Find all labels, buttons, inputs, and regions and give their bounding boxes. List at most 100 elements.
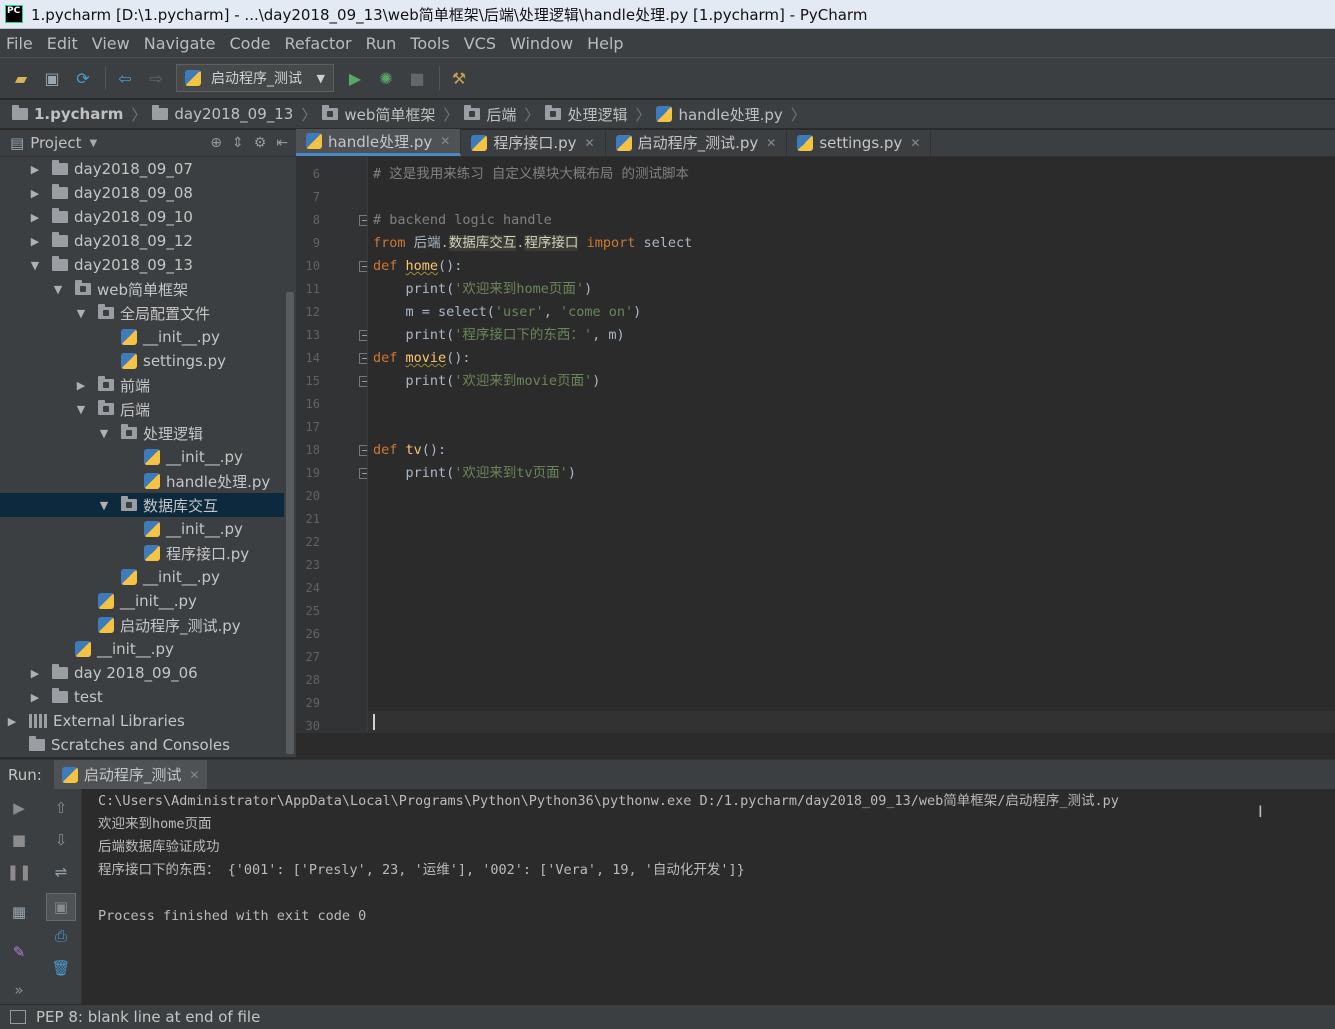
breadcrumb-item[interactable]: day2018_09_13 〉	[152, 104, 316, 125]
locate-file-icon[interactable]: ⊕	[210, 135, 222, 151]
chevron-down-icon[interactable]: ▼	[74, 403, 88, 416]
tree-item[interactable]: ▼ day2018_09_13	[0, 253, 284, 277]
layout-icon[interactable]: ▦	[8, 901, 30, 923]
breadcrumb-item[interactable]: web简单框架〉	[322, 104, 458, 125]
save-all-icon[interactable]: ▣	[41, 67, 63, 89]
pause-icon[interactable]: ❚❚	[6, 861, 31, 883]
chevron-down-icon[interactable]: ▼	[97, 427, 111, 440]
chevron-right-icon[interactable]: ▶	[74, 379, 88, 392]
fold-marker-icon[interactable]	[359, 353, 367, 364]
more-icon[interactable]: »	[8, 979, 30, 1001]
tab-startup-test-py[interactable]: 启动程序_测试.py ✕	[606, 129, 788, 156]
scroll-to-end-icon[interactable]: ▣	[46, 893, 76, 921]
tree-item[interactable]: ▶__init__.py	[0, 565, 284, 589]
chevron-right-icon[interactable]: ▶	[28, 211, 42, 224]
chevron-right-icon[interactable]: ▶	[28, 235, 42, 248]
tab-settings-py[interactable]: settings.py ✕	[787, 129, 932, 156]
menu-edit[interactable]: Edit	[47, 34, 78, 53]
fold-marker-icon[interactable]	[359, 215, 367, 226]
breadcrumb-item[interactable]: 后端〉	[464, 104, 539, 125]
tree-item[interactable]: ▶ day2018_09_07	[0, 157, 284, 181]
run-tab[interactable]: 启动程序_测试 ✕	[53, 759, 208, 790]
chevron-down-icon[interactable]: ▼	[90, 138, 98, 149]
open-folder-icon[interactable]: ▰	[10, 67, 32, 89]
stop-icon[interactable]: ■	[8, 829, 30, 851]
close-icon[interactable]: ✕	[766, 136, 776, 150]
chevron-down-icon[interactable]: ▼	[97, 499, 111, 512]
tree-item[interactable]: ▶ External Libraries	[0, 709, 284, 733]
tree-item[interactable]: ▼ 全局配置文件	[0, 301, 284, 325]
chevron-down-icon[interactable]: ▼	[74, 307, 88, 320]
breadcrumb-item[interactable]: 1.pycharm 〉	[12, 104, 146, 125]
tree-item[interactable]: ▶ day2018_09_10	[0, 205, 284, 229]
scrollbar-thumb[interactable]	[286, 292, 294, 754]
tree-item[interactable]: ▶ day 2018_09_06	[0, 661, 284, 685]
tree-item[interactable]: ▶__init__.py	[0, 445, 284, 469]
rerun-icon[interactable]: ▶	[8, 797, 30, 819]
tree-item[interactable]: ▶ 前端	[0, 373, 284, 397]
close-icon[interactable]: ✕	[440, 134, 450, 148]
menu-window[interactable]: Window	[510, 34, 573, 53]
tree-item[interactable]: ▶Scratches and Consoles	[0, 733, 284, 757]
tree-item[interactable]: ▶__init__.py	[0, 589, 284, 613]
tree-item[interactable]: ▶__init__.py	[0, 325, 284, 349]
chevron-right-icon[interactable]: ▶	[28, 691, 42, 704]
tree-item[interactable]: ▶ day2018_09_12	[0, 229, 284, 253]
settings-wrench-icon[interactable]: ⚒	[448, 67, 470, 89]
tree-item[interactable]: ▶程序接口.py	[0, 541, 284, 565]
fold-marker-icon[interactable]	[359, 445, 367, 456]
run-configuration-select[interactable]: 启动程序_测试 ▼	[176, 64, 334, 92]
tree-item[interactable]: ▶handle处理.py	[0, 469, 284, 493]
collapse-all-icon[interactable]: ⇕	[232, 135, 244, 151]
tool-windows-icon[interactable]	[10, 1010, 26, 1024]
breadcrumb-item[interactable]: 处理逻辑〉	[545, 104, 650, 125]
hide-panel-icon[interactable]: ⇤	[276, 135, 288, 151]
sync-icon[interactable]: ⟳	[72, 67, 94, 89]
debug-icon[interactable]: ✺	[375, 67, 397, 89]
menu-help[interactable]: Help	[587, 34, 623, 53]
fold-marker-icon[interactable]	[359, 261, 367, 272]
tree-item[interactable]: ▶启动程序_测试.py	[0, 613, 284, 637]
back-arrow-icon[interactable]: ⇦	[114, 67, 136, 89]
tab-program-interface-py[interactable]: 程序接口.py ✕	[461, 129, 606, 156]
print-icon[interactable]: ⎙	[50, 925, 72, 947]
forward-arrow-icon[interactable]: ⇨	[145, 67, 167, 89]
close-icon[interactable]: ✕	[910, 136, 920, 150]
code-editor[interactable]: # 这是我用来练习 自定义模块大概布局 的测试脚本 # backend logi…	[368, 157, 1335, 733]
project-view-selector[interactable]: Project	[30, 134, 81, 152]
chevron-right-icon[interactable]: ▶	[28, 187, 42, 200]
tree-item[interactable]: ▶ test	[0, 685, 284, 709]
trash-icon[interactable]: 🗑	[50, 957, 72, 979]
run-icon[interactable]: ▶	[344, 67, 366, 89]
project-scrollbar[interactable]	[284, 157, 296, 757]
chevron-right-icon[interactable]: ▶	[28, 667, 42, 680]
menu-vcs[interactable]: VCS	[464, 34, 496, 53]
chevron-right-icon[interactable]: ▶	[28, 163, 42, 176]
tab-handle-py[interactable]: handle处理.py ✕	[296, 129, 462, 156]
soft-wrap-icon[interactable]: ⇌	[50, 861, 72, 883]
chevron-down-icon[interactable]: ▼	[28, 259, 42, 272]
stop-icon[interactable]: ■	[406, 67, 428, 89]
tree-item[interactable]: ▼ 处理逻辑	[0, 421, 284, 445]
run-console-output[interactable]: C:\Users\Administrator\AppData\Local\Pro…	[82, 789, 1335, 1004]
scroll-down-icon[interactable]: ⇩	[50, 829, 72, 851]
fold-marker-icon[interactable]	[359, 376, 367, 387]
menu-tools[interactable]: Tools	[410, 34, 449, 53]
scroll-up-icon[interactable]: ⇧	[50, 797, 72, 819]
tree-item[interactable]: ▶__init__.py	[0, 517, 284, 541]
menu-code[interactable]: Code	[230, 34, 271, 53]
menu-view[interactable]: View	[92, 34, 130, 53]
fold-marker-icon[interactable]	[359, 330, 367, 341]
menu-navigate[interactable]: Navigate	[144, 34, 216, 53]
breadcrumb-item[interactable]: handle处理.py 〉	[656, 104, 806, 125]
menu-refactor[interactable]: Refactor	[284, 34, 351, 53]
chevron-down-icon[interactable]: ▼	[51, 283, 65, 296]
tree-item[interactable]: ▶__init__.py	[0, 637, 284, 661]
gear-icon[interactable]: ⚙	[254, 135, 267, 151]
tree-item[interactable]: ▼ web简单框架	[0, 277, 284, 301]
chevron-right-icon[interactable]: ▶	[5, 715, 19, 728]
tree-item[interactable]: ▼ 数据库交互	[0, 493, 284, 517]
tree-item[interactable]: ▼ 后端	[0, 397, 284, 421]
fold-marker-icon[interactable]	[359, 468, 367, 479]
tree-item[interactable]: ▶settings.py	[0, 349, 284, 373]
